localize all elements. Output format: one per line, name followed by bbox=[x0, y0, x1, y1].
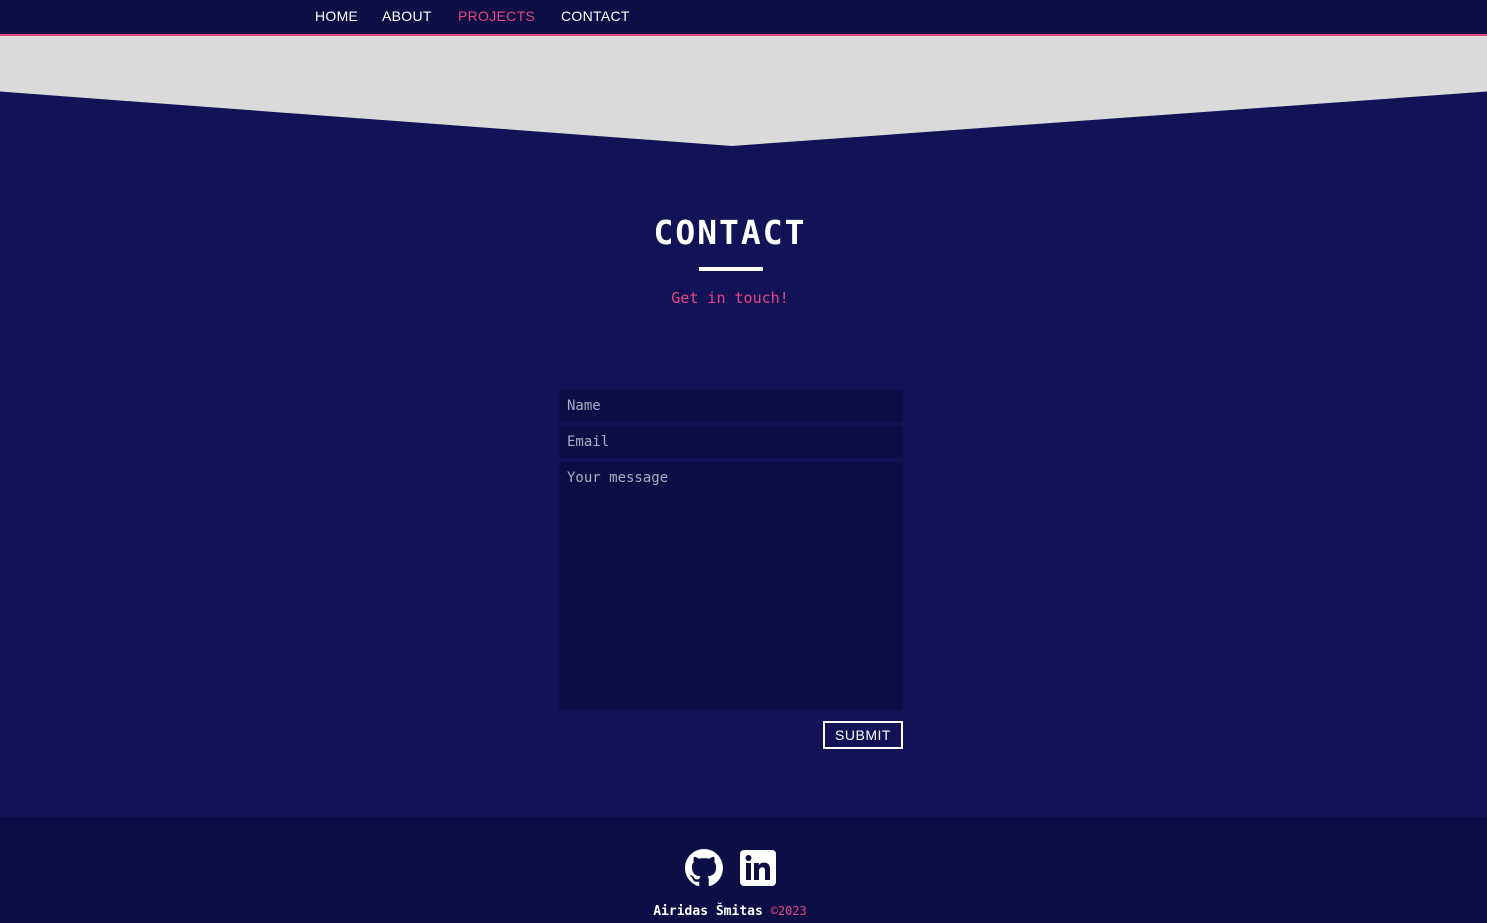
linkedin-link[interactable] bbox=[739, 849, 777, 887]
section-title: CONTACT bbox=[653, 213, 807, 252]
nav-link-home[interactable]: HOME bbox=[315, 8, 358, 24]
section-subtitle: Get in touch! bbox=[671, 289, 789, 307]
copyright: Airidas Šmitas ©2023 bbox=[0, 904, 1460, 919]
linkedin-icon bbox=[740, 850, 776, 886]
email-input[interactable] bbox=[559, 426, 903, 458]
github-icon bbox=[685, 849, 723, 887]
copyright-year: ©2023 bbox=[770, 904, 807, 918]
nav-link-contact[interactable]: CONTACT bbox=[561, 8, 630, 24]
nav-link-projects[interactable]: PROJECTS bbox=[458, 8, 535, 24]
navbar: HOME ABOUT PROJECTS CONTACT bbox=[0, 0, 1487, 36]
title-underline bbox=[699, 267, 763, 271]
nav-link-about[interactable]: ABOUT bbox=[382, 8, 432, 24]
github-link[interactable] bbox=[685, 849, 723, 887]
footer: Airidas Šmitas ©2023 bbox=[0, 817, 1487, 923]
header-banner bbox=[0, 36, 1487, 146]
author-name: Airidas Šmitas bbox=[653, 904, 763, 919]
name-input[interactable] bbox=[559, 390, 903, 422]
submit-button[interactable]: SUBMIT bbox=[823, 721, 903, 749]
message-textarea[interactable] bbox=[559, 462, 903, 710]
